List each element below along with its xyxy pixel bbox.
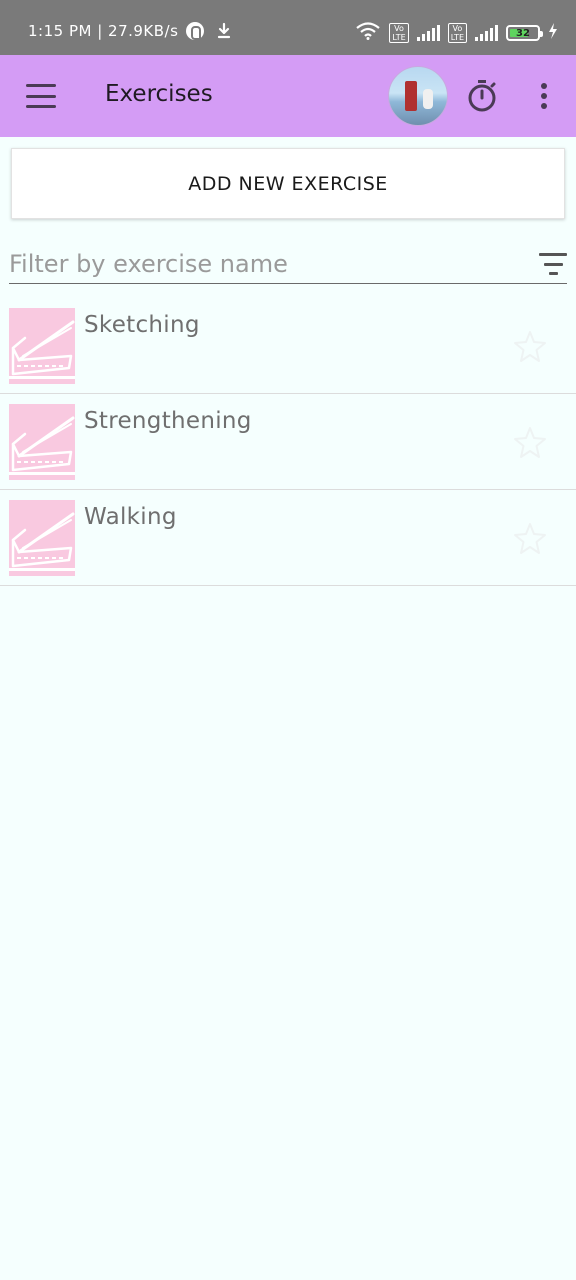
timer-button[interactable] [466,79,498,113]
list-item[interactable]: Walking [0,490,576,586]
more-vertical-icon [541,83,547,89]
volte-badge-1: Vo LTE [389,23,409,43]
exercise-thumbnail [9,404,75,480]
wifi-icon [355,22,381,44]
favorite-star-icon[interactable] [512,424,548,460]
favorite-star-icon[interactable] [512,328,548,364]
exercise-thumbnail [9,500,75,576]
status-time-speed: 1:15 PM | 27.9KB/s [28,22,179,40]
menu-button[interactable] [24,81,58,111]
download-icon [216,22,232,40]
signal-2-icon [475,25,498,41]
exercise-name: Sketching [84,312,200,338]
hamburger-menu-icon [26,84,56,87]
treadmill-icon [9,512,75,571]
favorite-star-icon[interactable] [512,520,548,556]
volte-badge-2: Vo LTE [447,23,467,43]
exercise-thumbnail [9,308,75,384]
exercise-name: Strengthening [84,408,252,434]
avatar[interactable] [388,66,448,126]
more-options-button[interactable] [530,81,558,111]
treadmill-icon [9,320,75,379]
status-bar: 1:15 PM | 27.9KB/s Vo LTE Vo LTE 32 [0,0,576,55]
filter-icon[interactable] [539,253,567,275]
app-bar: Exercises [0,55,576,137]
treadmill-icon [9,416,75,475]
signal-1-icon [416,25,440,41]
app-notification-icon [186,22,205,40]
battery-level: 32 [516,27,530,39]
exercise-list: Sketching Strengthening Walking [0,298,576,586]
filter-row [9,244,567,284]
list-item[interactable]: Sketching [0,298,576,394]
exercise-name: Walking [84,504,177,530]
list-item[interactable]: Strengthening [0,394,576,490]
charging-icon [548,23,558,43]
stopwatch-icon [468,80,496,112]
page-title: Exercises [105,81,213,107]
add-new-exercise-button[interactable]: ADD NEW EXERCISE [11,148,565,219]
battery-icon: 32 [506,25,543,41]
status-left: 1:15 PM | 27.9KB/s [28,22,232,40]
filter-input[interactable] [9,246,519,282]
status-right: Vo LTE Vo LTE 32 [355,22,558,44]
